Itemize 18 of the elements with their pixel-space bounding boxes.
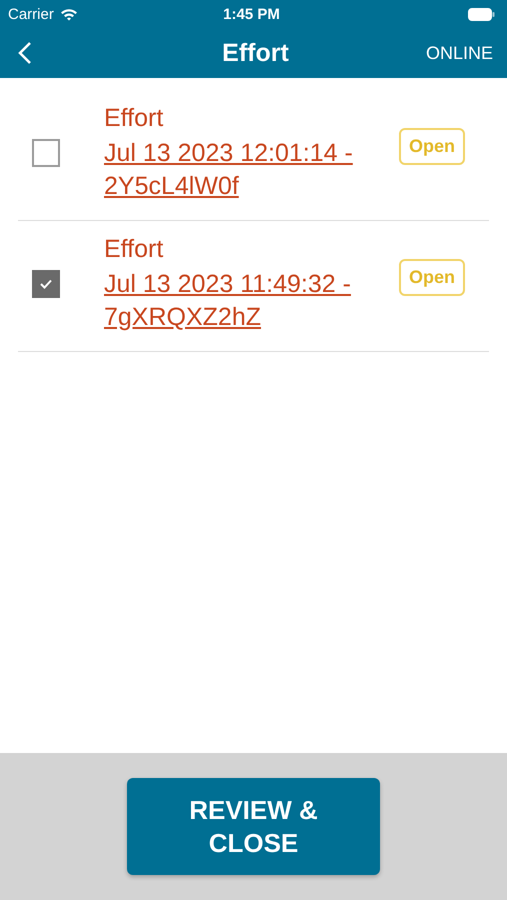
- checkbox[interactable]: [32, 139, 60, 167]
- item-title: Effort: [104, 235, 164, 264]
- item-link[interactable]: Jul 13 2023 12:01:14 - 2Y5cL4lW0f: [104, 137, 374, 202]
- chevron-left-icon: [18, 41, 32, 65]
- page-title: Effort: [221, 38, 290, 68]
- review-close-button[interactable]: REVIEW & CLOSE: [127, 778, 380, 875]
- carrier-label: Carrier: [8, 6, 54, 22]
- wifi-icon: [60, 8, 78, 20]
- clock-time: 1:45 PM: [222, 6, 281, 22]
- battery-icon: [468, 8, 495, 20]
- checkbox[interactable]: [32, 270, 60, 298]
- status-badge: Open: [398, 259, 465, 296]
- checkmark-icon: [40, 279, 52, 289]
- connection-status: ONLINE: [426, 42, 493, 64]
- item-title: Effort: [104, 104, 164, 133]
- status-badge: Open: [398, 128, 465, 165]
- back-button[interactable]: [18, 41, 32, 65]
- item-link[interactable]: Jul 13 2023 11:49:32 - 7gXRQXZ2hZ: [104, 268, 374, 333]
